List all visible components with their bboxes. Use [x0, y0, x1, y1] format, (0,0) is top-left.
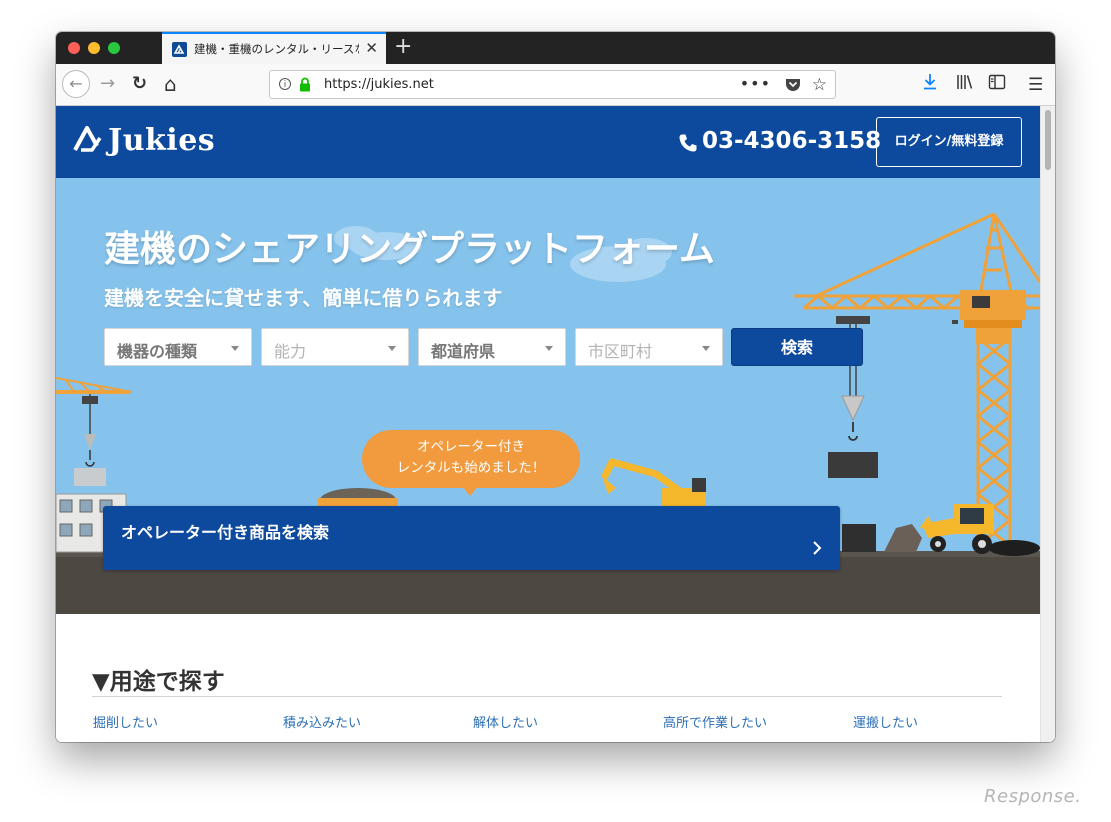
- usage-link-excavate[interactable]: 掘削したい: [93, 712, 158, 731]
- download-icon[interactable]: [922, 73, 938, 95]
- left-crane-shape: [56, 377, 133, 486]
- usage-heading: ▼用途で探す: [92, 669, 225, 695]
- response-watermark: Response.: [984, 786, 1082, 807]
- usage-link-load[interactable]: 積み込みたい: [283, 712, 361, 731]
- maximize-window-button[interactable]: [108, 42, 120, 54]
- page-actions-icon[interactable]: •••: [740, 74, 771, 93]
- library-icon[interactable]: [956, 73, 974, 95]
- navigation-bar: ← → ↻ ⌂ i https://jukies.net ••• ☆ ☰: [56, 64, 1055, 106]
- jukies-favicon-icon: [172, 42, 187, 57]
- info-icon[interactable]: i: [279, 78, 291, 90]
- operator-search-button[interactable]: オペレーター付き商品を検索: [103, 506, 840, 570]
- city-label: 市区町村: [588, 342, 653, 361]
- operator-announcement-bubble: オペレーター付き レンタルも始めました！: [362, 430, 580, 488]
- home-button[interactable]: ⌂: [164, 72, 177, 96]
- bookmark-star-icon[interactable]: ☆: [812, 75, 827, 95]
- pocket-icon[interactable]: [785, 77, 801, 96]
- scrollbar-thumb[interactable]: [1045, 110, 1051, 170]
- equipment-type-select[interactable]: 機器の種類: [104, 328, 252, 366]
- lock-icon[interactable]: [298, 77, 312, 96]
- chevron-right-icon: [812, 540, 822, 560]
- menu-button[interactable]: ☰: [1028, 73, 1043, 97]
- usage-link-transport[interactable]: 運搬したい: [853, 712, 918, 731]
- usage-link-aerial-work[interactable]: 高所で作業したい: [663, 712, 767, 731]
- phone-icon: [678, 133, 698, 157]
- chevron-down-icon: [388, 346, 396, 351]
- chevron-down-icon: [545, 346, 553, 351]
- hero-subtitle: 建機を安全に貸せます、簡単に借りられます: [104, 286, 503, 310]
- wheel-loader-shape: [920, 504, 1040, 556]
- section-divider: [92, 696, 1002, 697]
- phone-number[interactable]: 03-4306-3158: [702, 128, 881, 154]
- hero-section: 建機のシェアリングプラットフォーム 建機を安全に貸せます、簡単に借りられます 機…: [56, 178, 1040, 614]
- bubble-line-2: レンタルも始めました！: [396, 460, 546, 476]
- tab-jukies[interactable]: 建機・重機のレンタル・リースな ✕: [162, 32, 386, 64]
- jukies-logo-icon[interactable]: [72, 124, 106, 158]
- minimize-window-button[interactable]: [88, 42, 100, 54]
- url-text[interactable]: https://jukies.net: [324, 77, 434, 92]
- tab-close-icon[interactable]: ✕: [365, 39, 378, 57]
- page-scrollbar[interactable]: [1040, 106, 1055, 742]
- bubble-line-1: オペレーター付き: [417, 439, 525, 455]
- web-page: Jukies 03-4306-3158 ログイン/無料登録 建機のシェアリングプ…: [56, 106, 1040, 742]
- excavator-shape: [600, 458, 706, 506]
- site-header: Jukies 03-4306-3158 ログイン/無料登録: [56, 106, 1040, 178]
- sidebar-icon[interactable]: [988, 73, 1006, 95]
- logo-text[interactable]: Jukies: [108, 123, 215, 158]
- crane-cab-shape: [960, 290, 1026, 320]
- close-window-button[interactable]: [68, 42, 80, 54]
- capacity-label: 能力: [274, 342, 307, 361]
- chevron-down-icon: [702, 346, 710, 351]
- usage-link-demolish[interactable]: 解体したい: [473, 712, 538, 731]
- tab-bar: 建機・重機のレンタル・リースな ✕ +: [56, 32, 1055, 64]
- search-button[interactable]: 検索: [731, 328, 863, 366]
- back-button[interactable]: ←: [62, 70, 90, 98]
- equipment-type-label: 機器の種類: [117, 342, 198, 361]
- prefecture-label: 都道府県: [431, 342, 496, 361]
- new-tab-button[interactable]: +: [394, 34, 412, 59]
- url-bar[interactable]: i https://jukies.net ••• ☆: [269, 70, 836, 99]
- chevron-down-icon: [231, 346, 239, 351]
- reload-button[interactable]: ↻: [132, 72, 147, 96]
- bubble-tail: [462, 486, 478, 496]
- city-select[interactable]: 市区町村: [575, 328, 723, 366]
- prefecture-select[interactable]: 都道府県: [418, 328, 566, 366]
- tab-title: 建機・重機のレンタル・リースな: [194, 42, 359, 56]
- hero-title: 建機のシェアリングプラットフォーム: [104, 229, 715, 270]
- forward-button[interactable]: →: [100, 72, 115, 96]
- capacity-select[interactable]: 能力: [261, 328, 409, 366]
- operator-search-label: オペレーター付き商品を検索: [121, 523, 330, 542]
- browser-window: 建機・重機のレンタル・リースな ✕ + ← → ↻ ⌂ i https://ju…: [56, 32, 1055, 742]
- login-register-button[interactable]: ログイン/無料登録: [876, 117, 1022, 167]
- right-crane-shape: [794, 212, 1040, 551]
